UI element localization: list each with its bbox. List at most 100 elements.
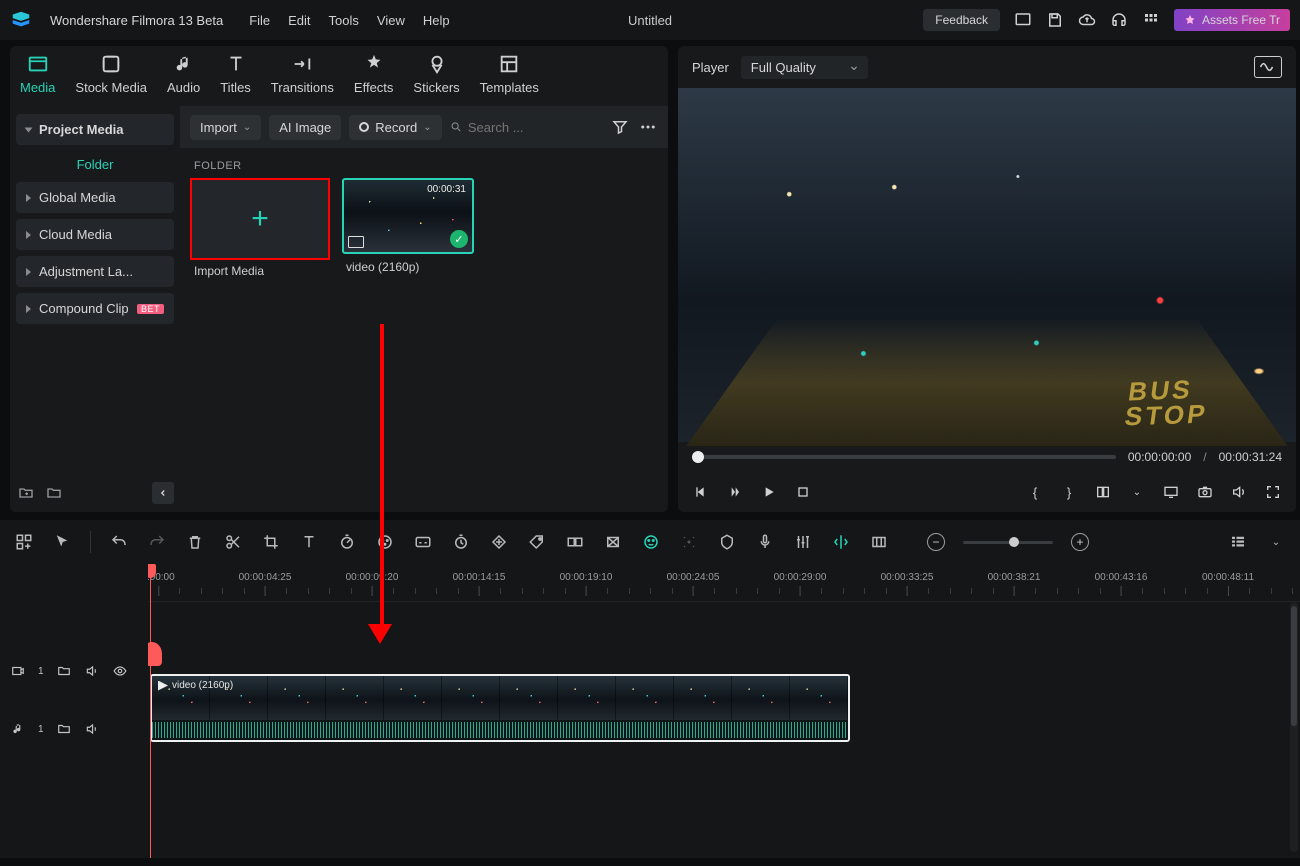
duration-icon[interactable]	[451, 532, 471, 552]
category-tabs: Media Stock Media Audio Titles Transitio…	[10, 46, 668, 106]
ai-image-button[interactable]: AI Image	[269, 115, 341, 140]
feedback-button[interactable]: Feedback	[923, 9, 1000, 31]
tag-icon[interactable]	[527, 532, 547, 552]
import-media-card[interactable]: + Import Media	[190, 178, 330, 278]
collapse-sidebar-icon[interactable]	[152, 482, 174, 504]
support-icon[interactable]	[1110, 11, 1128, 29]
new-bin-icon[interactable]	[44, 483, 64, 503]
layout-icon[interactable]	[1014, 11, 1032, 29]
audio-folder-icon[interactable]	[56, 721, 72, 737]
speed-icon[interactable]	[337, 532, 357, 552]
scrollbar-thumb[interactable]	[1291, 606, 1297, 726]
mark-in-icon[interactable]: {	[1026, 483, 1044, 501]
marker-icon[interactable]	[717, 532, 737, 552]
crop-icon[interactable]	[261, 532, 281, 552]
sidebar-project-media[interactable]: Project Media	[16, 114, 174, 145]
zoom-in-button[interactable]: +	[1071, 533, 1089, 551]
mark-out-icon[interactable]: }	[1060, 483, 1078, 501]
zoom-out-button[interactable]: −	[927, 533, 945, 551]
text-icon[interactable]	[299, 532, 319, 552]
cloud-upload-icon[interactable]	[1078, 11, 1096, 29]
scrub-knob[interactable]	[692, 451, 704, 463]
tab-titles[interactable]: Titles	[210, 46, 261, 97]
delete-icon[interactable]	[185, 532, 205, 552]
tab-stock-media[interactable]: Stock Media	[65, 46, 157, 97]
menu-view[interactable]: View	[377, 13, 405, 28]
apps-grid-icon[interactable]	[1142, 11, 1160, 29]
play-icon[interactable]	[760, 483, 778, 501]
audio-track-header[interactable]: 1	[0, 706, 148, 752]
video-thumbnail[interactable]: 00:00:31 ✓	[342, 178, 474, 254]
menu-file[interactable]: File	[249, 13, 270, 28]
tab-media[interactable]: Media	[10, 46, 65, 97]
scrub-bar[interactable]	[692, 455, 1116, 459]
folder-section-label: FOLDER	[180, 148, 668, 178]
tab-effects[interactable]: Effects	[344, 46, 404, 97]
assets-free-pill[interactable]: Assets Free Tr	[1174, 9, 1290, 31]
record-button[interactable]: Record⌄	[349, 115, 441, 140]
tab-audio[interactable]: Audio	[157, 46, 210, 97]
menu-help[interactable]: Help	[423, 13, 450, 28]
save-icon[interactable]	[1046, 11, 1064, 29]
ai-face-icon[interactable]	[641, 532, 661, 552]
volume-icon[interactable]	[1230, 483, 1248, 501]
fullscreen-icon[interactable]	[1264, 483, 1282, 501]
import-media-dropzone[interactable]: +	[190, 178, 330, 260]
split-view-icon[interactable]	[1094, 483, 1112, 501]
sidebar-compound-clip[interactable]: Compound ClipBET	[16, 293, 174, 324]
sidebar-global-media[interactable]: Global Media	[16, 182, 174, 213]
caption-icon[interactable]	[413, 532, 433, 552]
add-track-icon[interactable]	[14, 532, 34, 552]
cursor-tool-icon[interactable]	[52, 532, 72, 552]
audio-mute-icon[interactable]	[84, 721, 100, 737]
list-view-icon[interactable]	[1228, 532, 1248, 552]
split-clip-icon[interactable]	[831, 532, 851, 552]
zoom-slider[interactable]	[963, 541, 1053, 544]
track-visibility-icon[interactable]	[112, 663, 128, 679]
group-icon[interactable]	[565, 532, 585, 552]
snapshot-icon[interactable]	[1196, 483, 1214, 501]
sparkle-icon[interactable]	[679, 532, 699, 552]
new-folder-icon[interactable]	[16, 483, 36, 503]
prev-frame-icon[interactable]	[692, 483, 710, 501]
timeline-scrollbar[interactable]	[1290, 602, 1298, 852]
tab-templates[interactable]: Templates	[470, 46, 549, 97]
menu-edit[interactable]: Edit	[288, 13, 310, 28]
display-icon[interactable]	[1162, 483, 1180, 501]
quality-dropdown[interactable]: Full Quality	[741, 56, 868, 79]
scopes-icon[interactable]	[1254, 56, 1282, 78]
adjust-clip-icon[interactable]	[869, 532, 889, 552]
zoom-knob[interactable]	[1009, 537, 1019, 547]
filter-icon[interactable]	[610, 117, 630, 137]
cut-icon[interactable]	[223, 532, 243, 552]
playhead[interactable]	[150, 564, 151, 858]
sidebar-cloud-media[interactable]: Cloud Media	[16, 219, 174, 250]
sidebar-folder[interactable]: Folder	[16, 151, 174, 176]
keyframe-icon[interactable]	[489, 532, 509, 552]
player-tab-label[interactable]: Player	[692, 60, 729, 75]
play-pause-icon[interactable]	[726, 483, 744, 501]
redo-icon[interactable]	[147, 532, 167, 552]
undo-icon[interactable]	[109, 532, 129, 552]
tab-stickers[interactable]: Stickers	[403, 46, 469, 97]
track-mute-icon[interactable]	[84, 663, 100, 679]
search-input[interactable]	[468, 120, 602, 135]
video-track-header[interactable]: 1	[0, 636, 148, 706]
tab-transitions[interactable]: Transitions	[261, 46, 344, 97]
audio-mix-icon[interactable]	[793, 532, 813, 552]
menu-tools[interactable]: Tools	[329, 13, 359, 28]
voiceover-icon[interactable]	[755, 532, 775, 552]
view-options-chevron-icon[interactable]: ⌄	[1266, 532, 1286, 552]
import-button[interactable]: Import⌄	[190, 115, 261, 140]
more-icon[interactable]	[638, 117, 658, 137]
track-folder-icon[interactable]	[56, 663, 72, 679]
timeline-ruler[interactable]: 0:00:0000:00:04:2500:00:09:2000:00:14:15…	[148, 564, 1300, 602]
sidebar-adjustment-layer[interactable]: Adjustment La...	[16, 256, 174, 287]
video-thumb-card[interactable]: 00:00:31 ✓ video (2160p)	[342, 178, 478, 274]
player-viewport[interactable]: BUS STOP	[678, 88, 1296, 442]
timeline-clip[interactable]: video (2160p)	[150, 674, 850, 742]
stop-icon[interactable]	[794, 483, 812, 501]
search-box[interactable]	[450, 120, 602, 135]
split-view-chevron-icon[interactable]: ⌄	[1128, 483, 1146, 501]
render-icon[interactable]	[603, 532, 623, 552]
